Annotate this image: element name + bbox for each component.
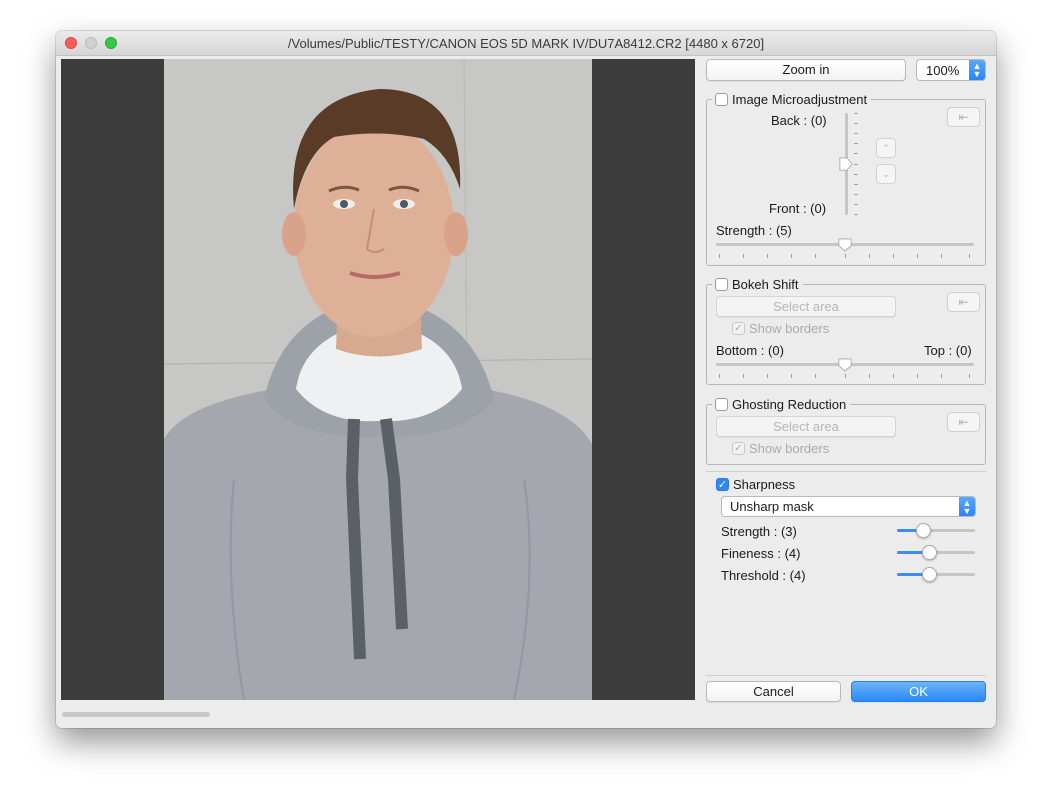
sharpness-checkbox[interactable]: ✓ xyxy=(716,478,729,491)
bokeh-shift-ticks xyxy=(716,374,974,378)
sharpness-threshold-label: Threshold : (4) xyxy=(721,568,806,583)
microadjustment-up-button[interactable]: ⌃ xyxy=(876,138,896,158)
ghosting-select-area-button[interactable]: Select area xyxy=(716,416,896,437)
footer-separator xyxy=(706,675,986,676)
microadjustment-strength-slider-thumb[interactable] xyxy=(838,237,852,253)
undo-arrow-icon: ⇤ xyxy=(958,110,969,124)
cancel-button[interactable]: Cancel xyxy=(706,681,841,702)
sharpness-strength-label: Strength : (3) xyxy=(721,524,797,539)
bokeh-shift-slider-thumb[interactable] xyxy=(838,357,852,373)
bokeh-top-label: Top : (0) xyxy=(924,343,972,358)
microadjustment-vertical-ticks xyxy=(854,113,860,215)
microadjustment-vertical-slider-thumb[interactable] xyxy=(839,156,853,172)
undo-arrow-icon: ⇤ xyxy=(958,415,969,429)
ghosting-reduction-label: Ghosting Reduction xyxy=(732,397,847,412)
title-bar[interactable]: /Volumes/Public/TESTY/CANON EOS 5D MARK … xyxy=(56,31,996,56)
microadjustment-down-button[interactable]: ⌄ xyxy=(876,164,896,184)
sharpness-mode-select[interactable]: Unsharp mask ▲ ▼ xyxy=(721,496,976,517)
chevron-up-icon: ⌃ xyxy=(882,143,890,153)
zoom-level-select[interactable]: 100% ▲ ▼ xyxy=(916,59,986,81)
microadjustment-strength-label: Strength : (5) xyxy=(716,223,792,238)
image-microadjustment-legend: Image Microadjustment xyxy=(712,92,872,107)
image-preview-area[interactable] xyxy=(61,59,695,700)
sharpness-separator xyxy=(706,471,986,472)
window-title: /Volumes/Public/TESTY/CANON EOS 5D MARK … xyxy=(287,36,765,51)
sharpness-fineness-label: Fineness : (4) xyxy=(721,546,801,561)
sharpness-threshold-slider-thumb[interactable] xyxy=(922,567,937,582)
ghosting-reduction-reset-button[interactable]: ⇤ xyxy=(947,412,980,432)
portrait-photo xyxy=(164,59,592,700)
dpp-dual-pixel-window: /Volumes/Public/TESTY/CANON EOS 5D MARK … xyxy=(56,31,996,728)
chevron-updown-icon: ▲ ▼ xyxy=(959,497,975,516)
portrait-illustration xyxy=(164,59,592,700)
image-microadjustment-reset-button[interactable]: ⇤ xyxy=(947,107,980,127)
sharpness-strength-slider-track[interactable] xyxy=(897,529,975,532)
horizontal-scrollbar[interactable] xyxy=(62,712,210,717)
zoom-level-value: 100% xyxy=(926,63,960,78)
ghosting-show-borders-checkbox[interactable]: ✓ xyxy=(732,442,745,455)
bokeh-select-area-button[interactable]: Select area xyxy=(716,296,896,317)
front-label: Front : (0) xyxy=(769,201,827,216)
image-microadjustment-checkbox[interactable] xyxy=(715,93,728,106)
ghosting-reduction-checkbox[interactable] xyxy=(715,398,728,411)
back-label: Back : (0) xyxy=(771,113,827,128)
ok-button[interactable]: OK xyxy=(851,681,986,702)
microadjustment-strength-ticks xyxy=(716,254,974,258)
image-microadjustment-label: Image Microadjustment xyxy=(732,92,868,107)
sharpness-fineness-slider-thumb[interactable] xyxy=(922,545,937,560)
bokeh-shift-label: Bokeh Shift xyxy=(732,277,799,292)
sharpness-mode-value: Unsharp mask xyxy=(730,499,814,514)
sharpness-label: Sharpness xyxy=(733,477,796,492)
sharpness-strength-slider-thumb[interactable] xyxy=(916,523,931,538)
chevron-updown-icon: ▲ ▼ xyxy=(969,60,985,80)
bokeh-shift-checkbox[interactable] xyxy=(715,278,728,291)
ghosting-show-borders-label: Show borders xyxy=(749,441,830,456)
zoom-in-button[interactable]: Zoom in xyxy=(706,59,906,81)
undo-arrow-icon: ⇤ xyxy=(958,295,969,309)
ghosting-reduction-legend: Ghosting Reduction xyxy=(712,397,851,412)
bokeh-show-borders-label: Show borders xyxy=(749,321,830,336)
bokeh-show-borders-checkbox[interactable]: ✓ xyxy=(732,322,745,335)
bokeh-shift-reset-button[interactable]: ⇤ xyxy=(947,292,980,312)
bokeh-bottom-label: Bottom : (0) xyxy=(716,343,784,358)
chevron-down-icon: ⌄ xyxy=(882,169,890,179)
bokeh-shift-legend: Bokeh Shift xyxy=(712,277,803,292)
